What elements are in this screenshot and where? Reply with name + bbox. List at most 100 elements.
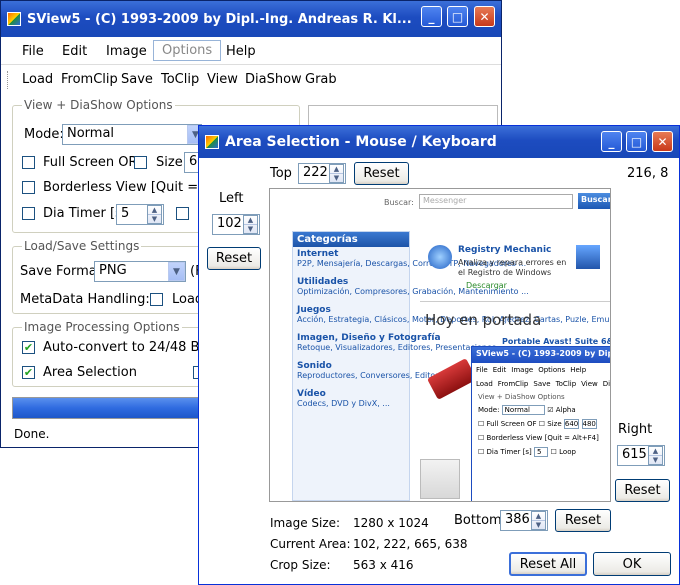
preview-nested-size: Size (547, 420, 562, 428)
preview-nested-fullscreen: Full Screen OF (486, 420, 537, 428)
top-spinner[interactable]: ▲ ▼ (329, 164, 344, 183)
left-input-value: 102 (217, 216, 242, 231)
spin-up-icon[interactable]: ▲ (330, 165, 343, 174)
area-preview-canvas[interactable]: Buscar: Messenger Buscar Categorías Inte… (269, 188, 611, 502)
preview-nested-item: File (476, 366, 488, 374)
left-label: Left (219, 191, 244, 206)
right-spinner[interactable]: ▲ ▼ (648, 446, 663, 465)
right-reset-button[interactable]: Reset (615, 479, 670, 502)
preview-category-desc: Reproductores, Conversores, Editores, Me… (297, 371, 513, 380)
spin-up-icon[interactable]: ▲ (148, 206, 161, 215)
diatimer-spinner[interactable]: ▲ ▼ (147, 205, 162, 224)
preview-categories-header: Categorías (293, 232, 409, 247)
preview-usb-image (426, 358, 478, 400)
preview-category-name: Juegos (297, 305, 331, 315)
top-reset-button[interactable]: Reset (354, 162, 409, 185)
fullscreen-checkbox[interactable] (22, 156, 35, 169)
save-format-arrow[interactable]: ▼ (168, 262, 185, 281)
area-dialog-title: Area Selection - Mouse / Keyboard (225, 134, 497, 150)
bottom-spinner[interactable]: ▲ ▼ (531, 511, 546, 530)
toolbar-view-button[interactable]: View (207, 72, 238, 87)
main-close-button[interactable]: ✕ (474, 6, 495, 27)
menu-image[interactable]: Image (106, 44, 147, 59)
preview-nested-mode-value: Normal (501, 405, 545, 415)
main-toolbar: Load FromClip Save ToClip View DiaShow G… (1, 66, 501, 94)
spin-down-icon[interactable]: ▼ (244, 225, 257, 234)
bottom-reset-button[interactable]: Reset (555, 509, 611, 532)
preview-nested-toolbar: Load FromClip Save ToClip View DiaSh (472, 377, 611, 391)
sview-app-icon (7, 12, 21, 26)
toolbar-diashow-button[interactable]: DiaShow (245, 72, 302, 87)
main-maximize-button[interactable]: □ (447, 6, 468, 27)
metadata-load-checkbox[interactable] (150, 293, 163, 306)
area-maximize-button[interactable]: □ (626, 131, 647, 152)
preview-nested-loop: Loop (559, 448, 576, 456)
preview-category-desc: P2P, Mensajería, Descargas, Correo, FTP,… (297, 259, 527, 268)
crop-size-value: 563 x 416 (353, 558, 414, 572)
save-format-value: PNG (99, 263, 127, 278)
toolbar-grab-button[interactable]: Grab (305, 72, 337, 87)
size-input-value: 6 (189, 154, 198, 169)
preview-nested-item: Help (570, 366, 587, 374)
image-processing-group-title: Image Processing Options (22, 320, 182, 334)
spin-up-icon[interactable]: ▲ (244, 216, 257, 225)
area-selection-checkbox[interactable]: ✔ (22, 366, 35, 379)
preview-category-name: Sonido (297, 361, 332, 371)
preview-nested-item: DiaSh (602, 380, 611, 388)
preview-categories-panel: Categorías Internet P2P, Mensajería, Desc… (292, 231, 610, 501)
top-input-value: 222 (303, 165, 328, 180)
toolbar-toclip-button[interactable]: ToClip (161, 72, 199, 87)
borderless-checkbox[interactable] (22, 181, 35, 194)
diatimer-checkbox[interactable] (22, 207, 35, 220)
main-minimize-button[interactable]: _ (421, 6, 442, 27)
mode-dropdown-value: Normal (67, 126, 115, 141)
mode-dropdown[interactable]: Normal (62, 124, 202, 145)
ok-button[interactable]: OK (593, 552, 671, 576)
spin-down-icon[interactable]: ▼ (532, 521, 545, 530)
spin-down-icon[interactable]: ▼ (148, 215, 161, 224)
preview-app-icon-2 (576, 245, 600, 269)
spin-down-icon[interactable]: ▼ (330, 174, 343, 183)
menu-help[interactable]: Help (226, 44, 256, 59)
toolbar-grip (7, 71, 10, 89)
left-reset-button[interactable]: Reset (207, 247, 261, 270)
reset-all-button[interactable]: Reset All (509, 552, 587, 576)
area-minimize-button[interactable]: _ (601, 131, 622, 152)
metadata-label: MetaData Handling: (20, 292, 150, 307)
preview-nested-diatimer-row: ☐ Dia Timer [s] 5 ☐ Loop (478, 447, 576, 457)
preview-nested-item: Image (511, 366, 534, 374)
mode-label: Mode: (24, 127, 64, 142)
autoconvert-checkbox[interactable]: ✔ (22, 341, 35, 354)
area-app-icon (205, 135, 219, 149)
preview-nested-window: SView5 - (C) 1993-2009 by Dipl. ... File… (471, 346, 611, 501)
preview-nested-item: Load (476, 380, 493, 388)
preview-app-desc: Analiza y repara errores en el Registro … (458, 258, 567, 277)
menu-edit[interactable]: Edit (62, 44, 87, 59)
preview-category-list: Internet P2P, Mensajería, Descargas, Corr… (293, 247, 610, 419)
top-label: Top (270, 166, 292, 181)
preview-software-box (420, 459, 460, 499)
preview-nested-item: Save (533, 380, 551, 388)
preview-search-label: Buscar: (384, 198, 414, 207)
toolbar-load-button[interactable]: Load (22, 72, 53, 87)
image-size-value: 1280 x 1024 (353, 516, 429, 530)
preview-nested-alpha: Alpha (555, 406, 576, 414)
spin-down-icon[interactable]: ▼ (649, 456, 662, 465)
loop-checkbox[interactable] (176, 207, 189, 220)
preview-category-desc: Retoque, Visualizadores, Editores, Prese… (297, 343, 507, 352)
area-close-button[interactable]: ✕ (652, 131, 673, 152)
current-area-value: 102, 222, 665, 638 (353, 537, 468, 551)
preview-headline: Hoy en portada (425, 311, 542, 329)
preview-category-name: Imagen, Diseño y Fotografía (297, 333, 441, 343)
preview-nested-borderless-row: ☐ Borderless View [Quit = Alt+F4] (478, 434, 599, 442)
toolbar-save-button[interactable]: Save (121, 72, 153, 87)
spin-up-icon[interactable]: ▲ (532, 512, 545, 521)
left-spinner[interactable]: ▲ ▼ (243, 215, 258, 234)
toolbar-fromclip-button[interactable]: FromClip (61, 72, 118, 87)
spin-up-icon[interactable]: ▲ (649, 447, 662, 456)
preview-nested-v2: 480 (581, 419, 597, 429)
size-checkbox[interactable] (134, 156, 147, 169)
menu-options[interactable]: Options (153, 40, 222, 61)
menu-file[interactable]: File (22, 44, 44, 59)
current-area-label: Current Area: (270, 537, 351, 551)
